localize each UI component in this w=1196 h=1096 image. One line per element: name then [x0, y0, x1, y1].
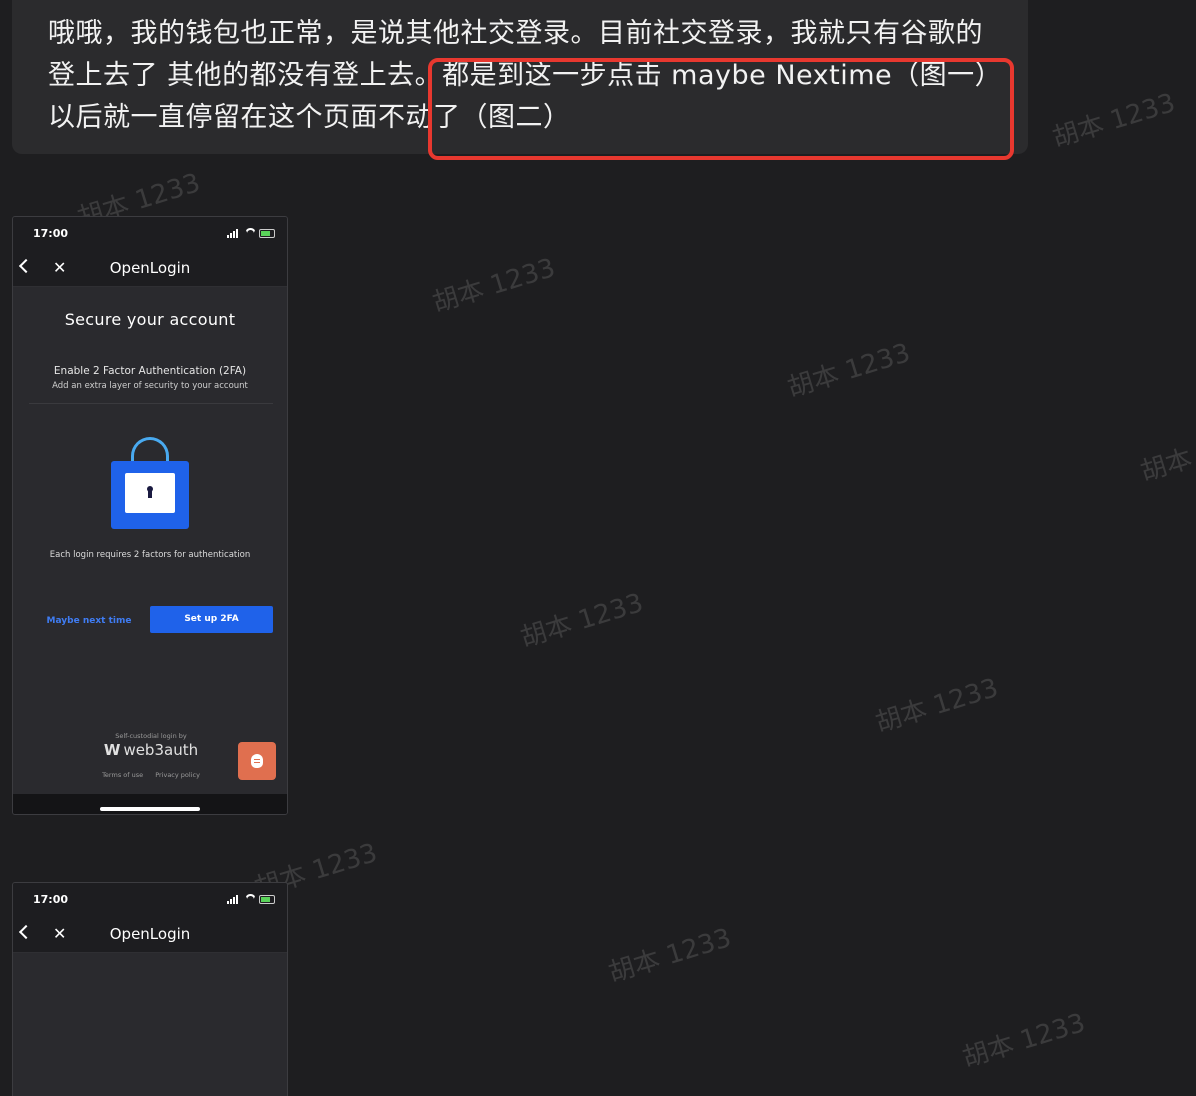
bug-report-button[interactable] [238, 742, 276, 780]
wifi-icon [245, 228, 256, 239]
signal-icon [236, 895, 238, 904]
signal-icon [230, 233, 232, 238]
phone-screenshot-1[interactable]: 17:00 ✕ OpenLogin Secure your account En… [12, 216, 288, 815]
status-icons [227, 228, 277, 240]
watermark: 胡本 1233 [1049, 88, 1179, 154]
chat-window: 哦哦，我的钱包也正常，是说其他社交登录。目前社交登录，我就只有谷歌的 登上去了 … [0, 0, 1196, 1096]
wifi-icon [245, 894, 256, 905]
self-custodial-label: Self-custodial login by [115, 732, 187, 740]
terms-link[interactable]: Terms of use [102, 771, 143, 779]
signal-icon [227, 235, 229, 238]
watermark: 胡本 1233 [784, 338, 914, 404]
divider [29, 403, 273, 404]
status-bar: 17:00 [13, 217, 287, 251]
status-icons [227, 894, 277, 906]
padlock-body [111, 461, 189, 529]
home-bar-area [13, 794, 287, 814]
nav-title: OpenLogin [109, 259, 191, 277]
home-indicator[interactable] [100, 807, 200, 811]
watermark: 胡本 1233 [605, 923, 735, 989]
signal-icon [230, 899, 232, 904]
privacy-link[interactable]: Privacy policy [155, 771, 200, 779]
signal-icon [227, 901, 229, 904]
twofa-title: Enable 2 Factor Authentication (2FA) [53, 365, 247, 377]
bug-icon [251, 754, 263, 768]
maybe-next-time-button[interactable]: Maybe next time [37, 611, 141, 631]
battery-icon [259, 895, 275, 904]
signal-icon [233, 897, 235, 904]
status-time: 17:00 [33, 227, 69, 240]
battery-icon [259, 229, 275, 238]
nav-bar: ✕ OpenLogin [13, 917, 287, 953]
message-line-1: 哦哦，我的钱包也正常，是说其他社交登录。目前社交登录，我就只有谷歌的 [48, 18, 983, 49]
phone-screenshot-2[interactable]: 17:00 ✕ OpenLogin [12, 882, 288, 1096]
watermark: 胡本 1233 [959, 1008, 1089, 1074]
signal-icon [233, 231, 235, 238]
red-highlight-annotation [428, 58, 1014, 160]
web3auth-mark-icon: W [103, 741, 121, 759]
watermark: 胡本 1233 [517, 588, 647, 654]
padlock-plate [125, 473, 175, 513]
status-time: 17:00 [33, 893, 69, 906]
auth-description: Each login requires 2 factors for authen… [49, 550, 251, 560]
signal-icon [236, 229, 238, 238]
nav-title: OpenLogin [109, 925, 191, 943]
padlock-icon [111, 437, 189, 529]
watermark: 胡本 1233 [429, 253, 559, 319]
page-title: Secure your account [64, 310, 236, 329]
status-bar: 17:00 [13, 883, 287, 917]
setup-2fa-button[interactable]: Set up 2FA [150, 606, 273, 633]
brand-name: web3auth [123, 741, 199, 759]
watermark: 胡本 1233 [872, 673, 1002, 739]
keyhole-icon [147, 486, 153, 498]
nav-bar: ✕ OpenLogin [13, 251, 287, 287]
watermark: 胡本 1233 [1137, 422, 1196, 488]
twofa-subtitle: Add an extra layer of security to your a… [52, 381, 248, 391]
